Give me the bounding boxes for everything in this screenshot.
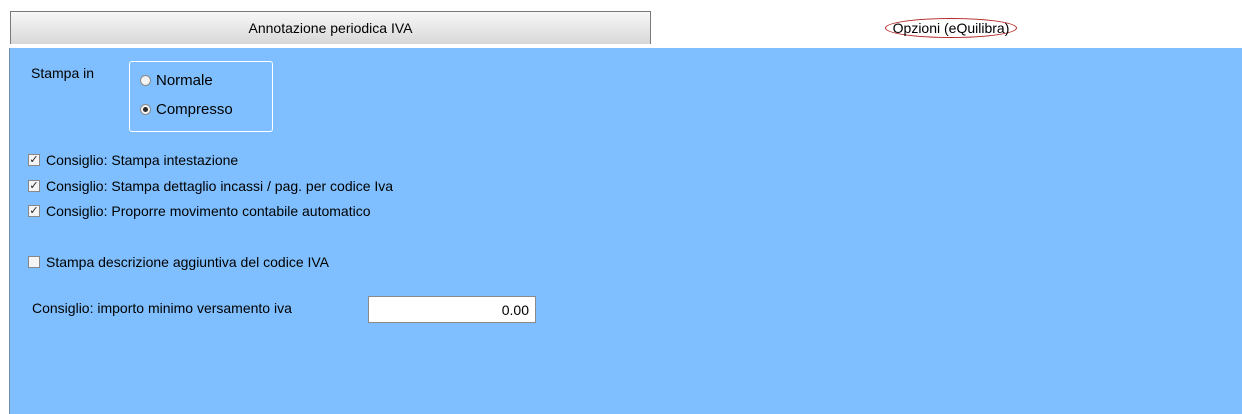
radio-normale-label: Normale (156, 72, 213, 89)
options-panel: Stampa in Normale Compresso ✓ Consiglio:… (9, 48, 1242, 414)
tab-opzioni[interactable]: Opzioni (eQuilibra) (660, 11, 1242, 44)
tab-bar: Annotazione periodica IVA Opzioni (eQuil… (0, 0, 1242, 50)
stampa-in-label: Stampa in (31, 65, 95, 81)
check-label: Stampa descrizione aggiuntiva del codice… (46, 254, 330, 270)
check-label: Consiglio: Proporre movimento contabile … (46, 203, 371, 219)
tab-options-label: Opzioni (eQuilibra) (884, 17, 1018, 38)
checkbox-movimento-automatico[interactable]: ✓ (28, 205, 40, 217)
radio-compresso-indicator[interactable] (140, 104, 151, 115)
check-descrizione-aggiuntiva[interactable]: Stampa descrizione aggiuntiva del codice… (28, 254, 329, 270)
check-movimento-automatico[interactable]: ✓ Consiglio: Proporre movimento contabil… (28, 203, 371, 219)
check-stampa-intestazione[interactable]: ✓ Consiglio: Stampa intestazione (28, 152, 238, 168)
importo-minimo-input[interactable]: 0.00 (368, 296, 536, 323)
radio-compresso[interactable]: Compresso (140, 101, 233, 118)
check-label: Consiglio: Stampa intestazione (46, 152, 239, 168)
check-label: Consiglio: Stampa dettaglio incassi / pa… (46, 178, 394, 194)
importo-minimo-label: Consiglio: importo minimo versamento iva (32, 300, 292, 316)
checkbox-descrizione-aggiuntiva[interactable] (28, 256, 40, 268)
tab-annotazione-periodica-iva[interactable]: Annotazione periodica IVA (10, 11, 651, 44)
radio-normale-indicator[interactable] (140, 75, 151, 86)
radio-compresso-label: Compresso (156, 101, 233, 118)
checkbox-dettaglio-incassi[interactable]: ✓ (28, 180, 40, 192)
check-dettaglio-incassi[interactable]: ✓ Consiglio: Stampa dettaglio incassi / … (28, 178, 393, 194)
tab-label: Annotazione periodica IVA (248, 20, 413, 36)
radio-normale[interactable]: Normale (140, 72, 213, 89)
stampa-radio-group: Normale Compresso (129, 61, 273, 132)
checkbox-stampa-intestazione[interactable]: ✓ (28, 154, 40, 166)
